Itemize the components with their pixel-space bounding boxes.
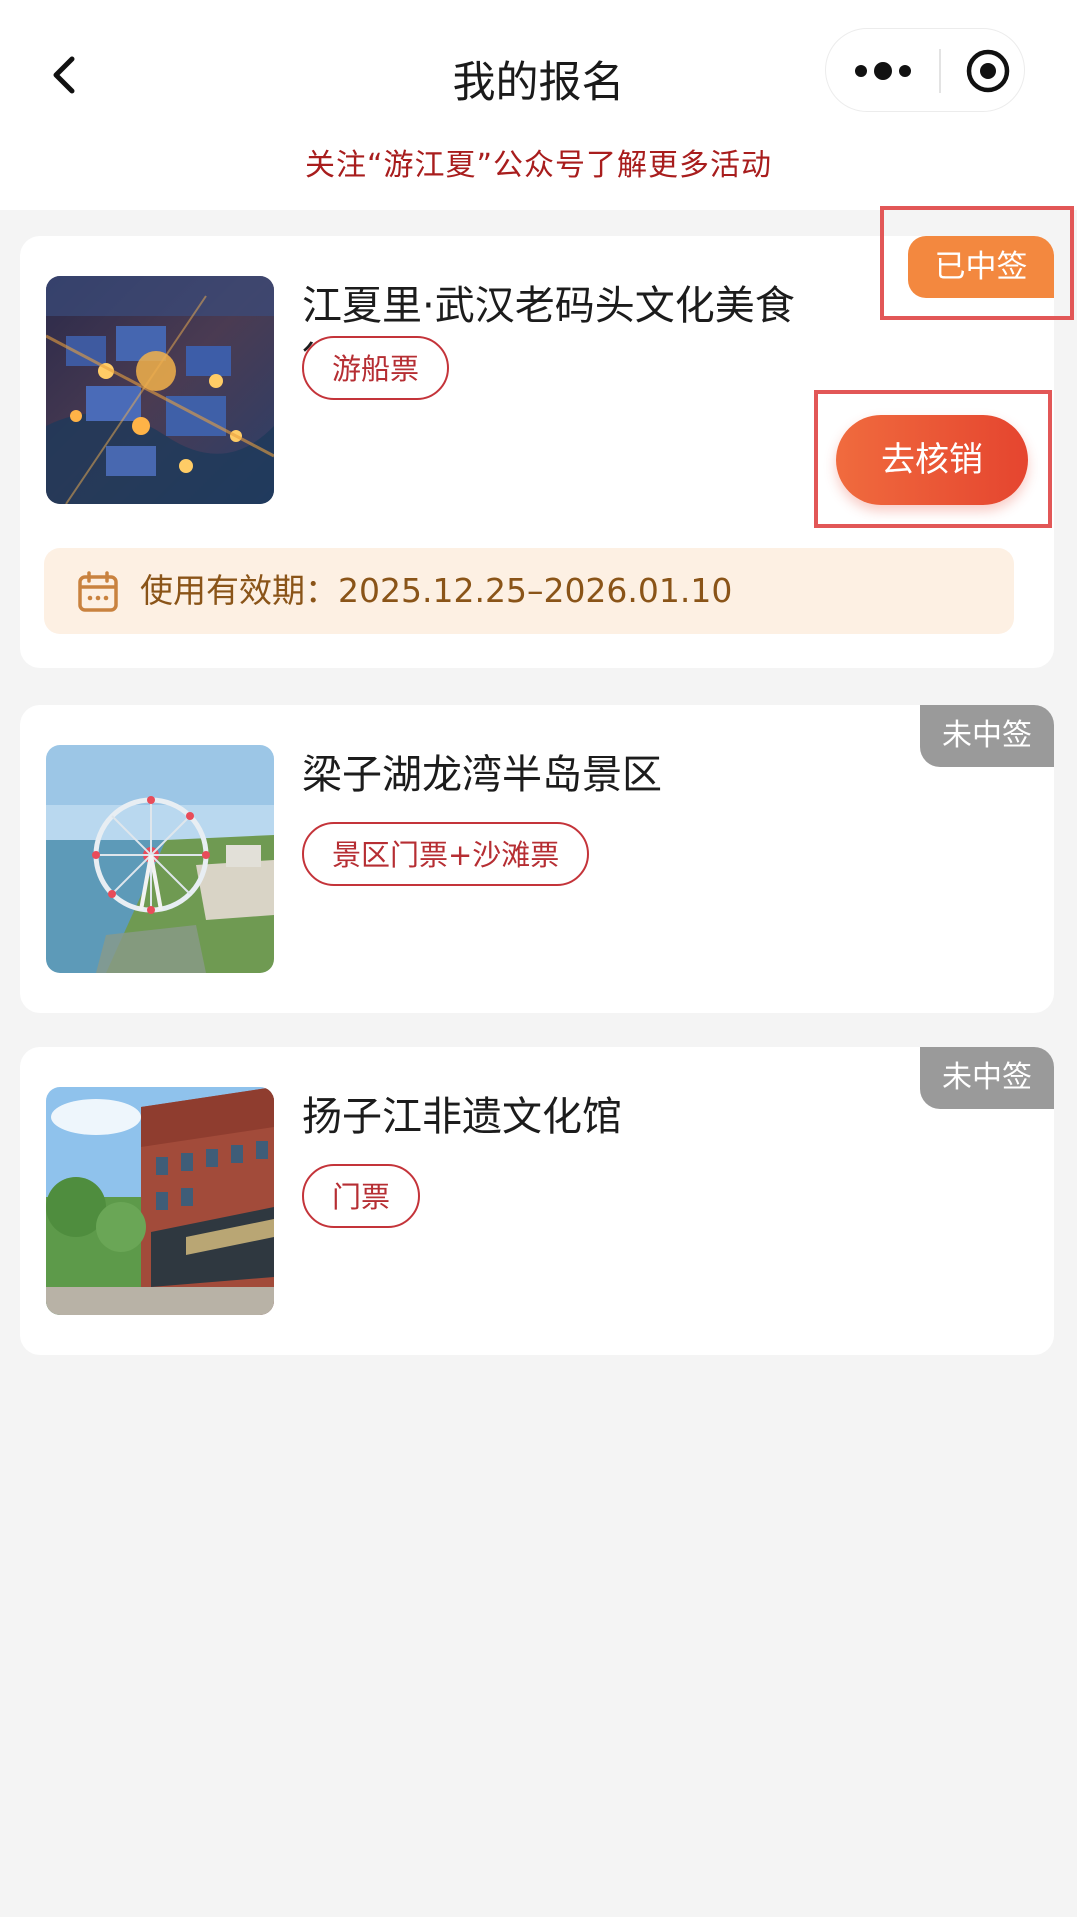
validity-period: 使用有效期：2025.12.25–2026.01.10 — [44, 548, 1014, 634]
status-badge: 已中签 — [908, 236, 1054, 298]
calendar-icon — [78, 571, 118, 612]
venue-title: 梁子湖龙湾半岛景区 — [302, 752, 662, 798]
ticket-type-tag: 景区门票+沙滩票 — [302, 822, 590, 886]
redeem-button[interactable]: 去核销 — [836, 415, 1028, 505]
status-badge: 未中签 — [920, 1047, 1054, 1109]
venue-title: 扬子江非遗文化馆 — [302, 1094, 622, 1140]
validity-range: 2025.12.25–2026.01.10 — [338, 571, 733, 610]
validity-text: 使用有效期：2025.12.25–2026.01.10 — [140, 548, 732, 634]
follow-notice[interactable]: 关注“游江夏”公众号了解更多活动 — [0, 140, 1077, 184]
status-badge: 未中签 — [920, 705, 1054, 767]
registration-card[interactable]: 梁子湖龙湾半岛景区 景区门票+沙滩票 未中签 — [20, 705, 1054, 1013]
venue-thumbnail — [46, 1087, 274, 1315]
ticket-type-tag: 门票 — [302, 1164, 421, 1228]
ticket-type-tag: 游船票 — [302, 336, 450, 400]
venue-thumbnail — [46, 276, 274, 504]
venue-thumbnail — [46, 745, 274, 973]
target-circle-icon — [966, 49, 1010, 93]
capsule-divider — [939, 49, 941, 93]
validity-label: 使用有效期： — [140, 571, 338, 610]
close-button[interactable] — [966, 49, 1010, 93]
more-dots-icon — [855, 62, 911, 80]
registration-card[interactable]: 扬子江非遗文化馆 门票 未中签 — [20, 1047, 1054, 1355]
more-button[interactable] — [846, 49, 921, 93]
nav-header: 我的报名 关注“游江夏”公众号了解更多活动 — [0, 0, 1077, 210]
mini-program-capsule — [825, 28, 1025, 112]
